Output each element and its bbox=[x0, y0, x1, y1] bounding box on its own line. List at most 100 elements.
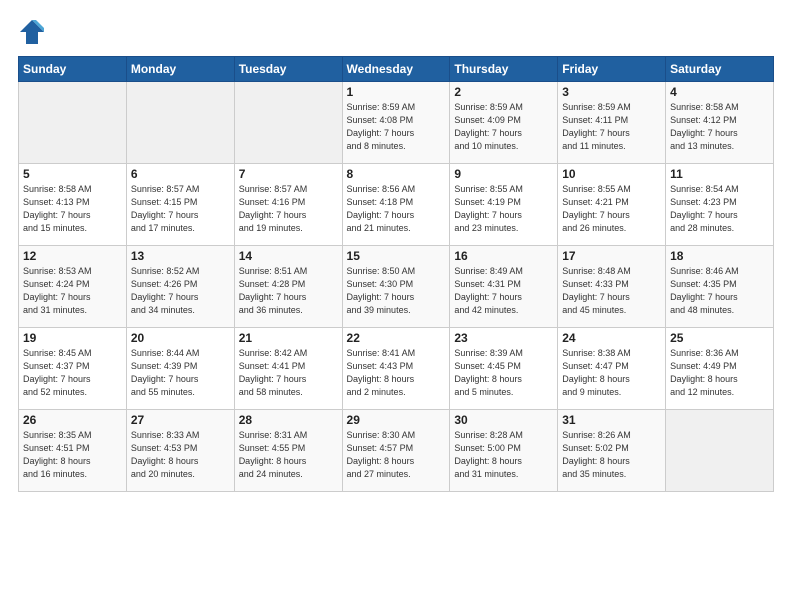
calendar-cell: 2 Sunrise: 8:59 AM Sunset: 4:09 PM Daylig… bbox=[450, 82, 558, 164]
calendar-cell: 14 Sunrise: 8:51 AM Sunset: 4:28 PM Dayli… bbox=[234, 246, 342, 328]
day-number: 11 bbox=[670, 167, 769, 181]
day-number: 31 bbox=[562, 413, 661, 427]
day-number: 1 bbox=[347, 85, 446, 99]
header-row: SundayMondayTuesdayWednesdayThursdayFrid… bbox=[19, 57, 774, 82]
calendar-cell bbox=[19, 82, 127, 164]
calendar-table: SundayMondayTuesdayWednesdayThursdayFrid… bbox=[18, 56, 774, 492]
calendar-cell bbox=[666, 410, 774, 492]
day-number: 23 bbox=[454, 331, 553, 345]
header bbox=[18, 18, 774, 46]
day-number: 10 bbox=[562, 167, 661, 181]
calendar-cell: 4 Sunrise: 8:58 AM Sunset: 4:12 PM Daylig… bbox=[666, 82, 774, 164]
calendar-cell: 26 Sunrise: 8:35 AM Sunset: 4:51 PM Dayli… bbox=[19, 410, 127, 492]
day-header-tuesday: Tuesday bbox=[234, 57, 342, 82]
calendar-cell: 13 Sunrise: 8:52 AM Sunset: 4:26 PM Dayli… bbox=[126, 246, 234, 328]
day-header-monday: Monday bbox=[126, 57, 234, 82]
day-number: 15 bbox=[347, 249, 446, 263]
cell-info: Sunrise: 8:53 AM Sunset: 4:24 PM Dayligh… bbox=[23, 265, 122, 317]
day-number: 17 bbox=[562, 249, 661, 263]
cell-info: Sunrise: 8:41 AM Sunset: 4:43 PM Dayligh… bbox=[347, 347, 446, 399]
calendar-cell bbox=[126, 82, 234, 164]
cell-info: Sunrise: 8:54 AM Sunset: 4:23 PM Dayligh… bbox=[670, 183, 769, 235]
cell-info: Sunrise: 8:50 AM Sunset: 4:30 PM Dayligh… bbox=[347, 265, 446, 317]
calendar-cell: 21 Sunrise: 8:42 AM Sunset: 4:41 PM Dayli… bbox=[234, 328, 342, 410]
calendar-cell: 20 Sunrise: 8:44 AM Sunset: 4:39 PM Dayli… bbox=[126, 328, 234, 410]
day-number: 14 bbox=[239, 249, 338, 263]
day-header-friday: Friday bbox=[558, 57, 666, 82]
calendar-cell: 7Sunrise: 8:57 AM Sunset: 4:16 PM Daylig… bbox=[234, 164, 342, 246]
calendar-cell: 22 Sunrise: 8:41 AM Sunset: 4:43 PM Dayli… bbox=[342, 328, 450, 410]
cell-info: Sunrise: 8:58 AM Sunset: 4:13 PM Dayligh… bbox=[23, 183, 122, 235]
calendar-cell: 11 Sunrise: 8:54 AM Sunset: 4:23 PM Dayli… bbox=[666, 164, 774, 246]
day-number: 30 bbox=[454, 413, 553, 427]
day-number: 13 bbox=[131, 249, 230, 263]
page: SundayMondayTuesdayWednesdayThursdayFrid… bbox=[0, 0, 792, 612]
day-number: 20 bbox=[131, 331, 230, 345]
day-number: 3 bbox=[562, 85, 661, 99]
calendar-cell bbox=[234, 82, 342, 164]
calendar-cell: 23Sunrise: 8:39 AM Sunset: 4:45 PM Dayli… bbox=[450, 328, 558, 410]
week-row-5: 26 Sunrise: 8:35 AM Sunset: 4:51 PM Dayli… bbox=[19, 410, 774, 492]
cell-info: Sunrise: 8:35 AM Sunset: 4:51 PM Dayligh… bbox=[23, 429, 122, 481]
calendar-cell: 1 Sunrise: 8:59 AM Sunset: 4:08 PM Daylig… bbox=[342, 82, 450, 164]
day-number: 8 bbox=[347, 167, 446, 181]
cell-info: Sunrise: 8:30 AM Sunset: 4:57 PM Dayligh… bbox=[347, 429, 446, 481]
cell-info: Sunrise: 8:45 AM Sunset: 4:37 PM Dayligh… bbox=[23, 347, 122, 399]
calendar-cell: 19Sunrise: 8:45 AM Sunset: 4:37 PM Dayli… bbox=[19, 328, 127, 410]
day-number: 21 bbox=[239, 331, 338, 345]
logo bbox=[18, 18, 50, 46]
day-header-wednesday: Wednesday bbox=[342, 57, 450, 82]
logo-icon bbox=[18, 18, 46, 46]
day-number: 9 bbox=[454, 167, 553, 181]
cell-info: Sunrise: 8:59 AM Sunset: 4:11 PM Dayligh… bbox=[562, 101, 661, 153]
day-header-saturday: Saturday bbox=[666, 57, 774, 82]
cell-info: Sunrise: 8:55 AM Sunset: 4:21 PM Dayligh… bbox=[562, 183, 661, 235]
day-number: 18 bbox=[670, 249, 769, 263]
cell-info: Sunrise: 8:49 AM Sunset: 4:31 PM Dayligh… bbox=[454, 265, 553, 317]
day-number: 16 bbox=[454, 249, 553, 263]
day-number: 29 bbox=[347, 413, 446, 427]
cell-info: Sunrise: 8:58 AM Sunset: 4:12 PM Dayligh… bbox=[670, 101, 769, 153]
day-number: 5 bbox=[23, 167, 122, 181]
calendar-cell: 10 Sunrise: 8:55 AM Sunset: 4:21 PM Dayli… bbox=[558, 164, 666, 246]
day-number: 24 bbox=[562, 331, 661, 345]
day-number: 12 bbox=[23, 249, 122, 263]
day-number: 26 bbox=[23, 413, 122, 427]
calendar-cell: 17 Sunrise: 8:48 AM Sunset: 4:33 PM Dayli… bbox=[558, 246, 666, 328]
calendar-cell: 6 Sunrise: 8:57 AM Sunset: 4:15 PM Daylig… bbox=[126, 164, 234, 246]
cell-info: Sunrise: 8:48 AM Sunset: 4:33 PM Dayligh… bbox=[562, 265, 661, 317]
calendar-cell: 29 Sunrise: 8:30 AM Sunset: 4:57 PM Dayli… bbox=[342, 410, 450, 492]
day-number: 6 bbox=[131, 167, 230, 181]
cell-info: Sunrise: 8:57 AM Sunset: 4:15 PM Dayligh… bbox=[131, 183, 230, 235]
week-row-1: 1 Sunrise: 8:59 AM Sunset: 4:08 PM Daylig… bbox=[19, 82, 774, 164]
day-number: 4 bbox=[670, 85, 769, 99]
cell-info: Sunrise: 8:52 AM Sunset: 4:26 PM Dayligh… bbox=[131, 265, 230, 317]
day-number: 2 bbox=[454, 85, 553, 99]
cell-info: Sunrise: 8:44 AM Sunset: 4:39 PM Dayligh… bbox=[131, 347, 230, 399]
calendar-cell: 16 Sunrise: 8:49 AM Sunset: 4:31 PM Dayli… bbox=[450, 246, 558, 328]
week-row-4: 19Sunrise: 8:45 AM Sunset: 4:37 PM Dayli… bbox=[19, 328, 774, 410]
calendar-cell: 5 Sunrise: 8:58 AM Sunset: 4:13 PM Daylig… bbox=[19, 164, 127, 246]
day-header-thursday: Thursday bbox=[450, 57, 558, 82]
calendar-cell: 3 Sunrise: 8:59 AM Sunset: 4:11 PM Daylig… bbox=[558, 82, 666, 164]
cell-info: Sunrise: 8:56 AM Sunset: 4:18 PM Dayligh… bbox=[347, 183, 446, 235]
day-number: 27 bbox=[131, 413, 230, 427]
calendar-cell: 30Sunrise: 8:28 AM Sunset: 5:00 PM Dayli… bbox=[450, 410, 558, 492]
cell-info: Sunrise: 8:31 AM Sunset: 4:55 PM Dayligh… bbox=[239, 429, 338, 481]
week-row-3: 12 Sunrise: 8:53 AM Sunset: 4:24 PM Dayli… bbox=[19, 246, 774, 328]
calendar-cell: 15 Sunrise: 8:50 AM Sunset: 4:30 PM Dayli… bbox=[342, 246, 450, 328]
cell-info: Sunrise: 8:51 AM Sunset: 4:28 PM Dayligh… bbox=[239, 265, 338, 317]
cell-info: Sunrise: 8:46 AM Sunset: 4:35 PM Dayligh… bbox=[670, 265, 769, 317]
cell-info: Sunrise: 8:42 AM Sunset: 4:41 PM Dayligh… bbox=[239, 347, 338, 399]
calendar-cell: 8 Sunrise: 8:56 AM Sunset: 4:18 PM Daylig… bbox=[342, 164, 450, 246]
calendar-cell: 24Sunrise: 8:38 AM Sunset: 4:47 PM Dayli… bbox=[558, 328, 666, 410]
day-number: 22 bbox=[347, 331, 446, 345]
calendar-cell: 25Sunrise: 8:36 AM Sunset: 4:49 PM Dayli… bbox=[666, 328, 774, 410]
cell-info: Sunrise: 8:36 AM Sunset: 4:49 PM Dayligh… bbox=[670, 347, 769, 399]
cell-info: Sunrise: 8:57 AM Sunset: 4:16 PM Dayligh… bbox=[239, 183, 338, 235]
calendar-cell: 31Sunrise: 8:26 AM Sunset: 5:02 PM Dayli… bbox=[558, 410, 666, 492]
calendar-cell: 28Sunrise: 8:31 AM Sunset: 4:55 PM Dayli… bbox=[234, 410, 342, 492]
cell-info: Sunrise: 8:33 AM Sunset: 4:53 PM Dayligh… bbox=[131, 429, 230, 481]
cell-info: Sunrise: 8:59 AM Sunset: 4:08 PM Dayligh… bbox=[347, 101, 446, 153]
cell-info: Sunrise: 8:59 AM Sunset: 4:09 PM Dayligh… bbox=[454, 101, 553, 153]
